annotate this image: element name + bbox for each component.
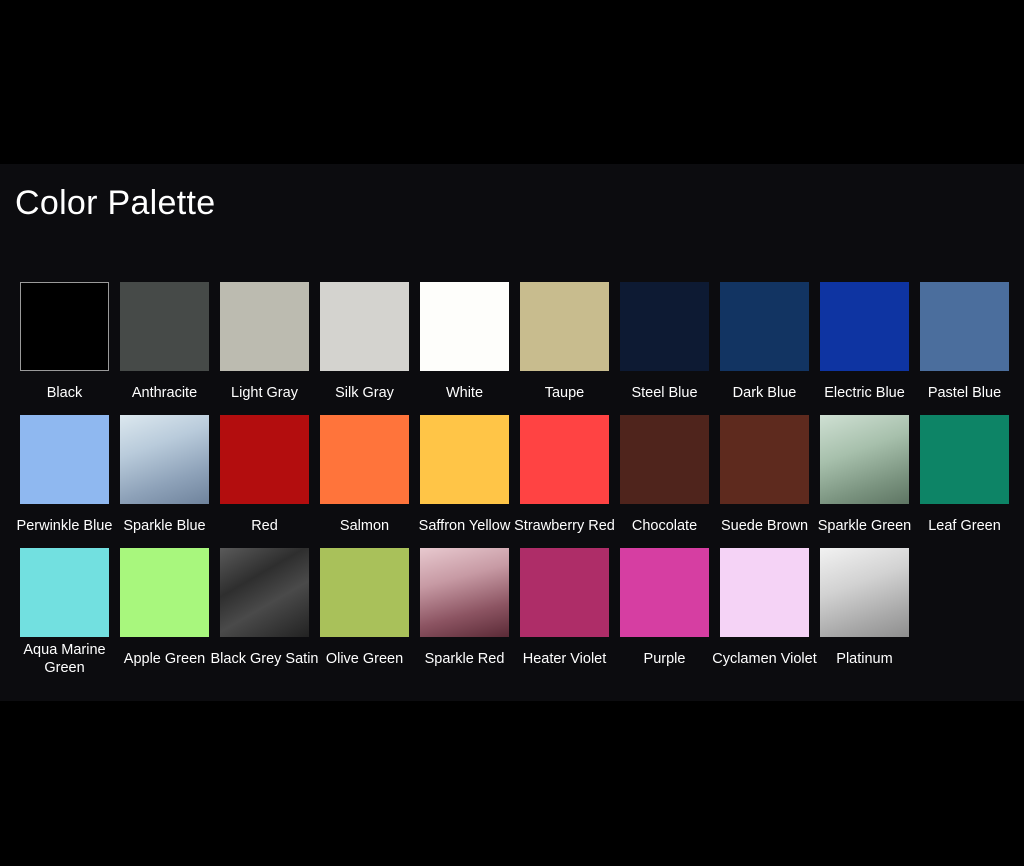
- swatch-item[interactable]: Aqua Marine Green: [20, 548, 109, 681]
- swatch-grid: Black Anthracite Light Gray Silk Gray White T…: [17, 282, 1009, 681]
- swatch-label: Sparkle Blue: [123, 518, 206, 534]
- swatch-label: Purple: [643, 651, 686, 667]
- swatch-item[interactable]: Sparkle Green: [818, 415, 911, 548]
- color-swatch[interactable]: [220, 548, 309, 637]
- color-swatch[interactable]: [820, 415, 909, 504]
- swatch-item[interactable]: Silk Gray: [320, 282, 409, 415]
- color-swatch[interactable]: [120, 548, 209, 637]
- swatch-item[interactable]: Chocolate: [620, 415, 709, 548]
- swatch-label: Saffron Yellow: [418, 518, 511, 534]
- swatch-label: Suede Brown: [720, 518, 809, 534]
- swatch-label: Perwinkle Blue: [16, 518, 113, 534]
- swatch-item[interactable]: White: [420, 282, 509, 415]
- swatch-label: Leaf Green: [928, 518, 1001, 534]
- swatch-label: Anthracite: [131, 385, 198, 401]
- swatch-label: Strawberry Red: [514, 518, 615, 534]
- screen: Color Palette Black Anthracite Light Gray S…: [0, 0, 1024, 866]
- swatch-item[interactable]: Apple Green: [120, 548, 209, 681]
- color-swatch[interactable]: [20, 282, 109, 371]
- swatch-item[interactable]: Heater Violet: [520, 548, 609, 681]
- color-swatch[interactable]: [420, 415, 509, 504]
- color-swatch[interactable]: [420, 282, 509, 371]
- color-swatch[interactable]: [220, 282, 309, 371]
- swatch-item[interactable]: Perwinkle Blue: [17, 415, 112, 548]
- color-swatch[interactable]: [320, 282, 409, 371]
- color-swatch[interactable]: [520, 282, 609, 371]
- swatch-item[interactable]: Salmon: [320, 415, 409, 548]
- swatch-label: Cyclamen Violet: [712, 651, 817, 667]
- swatch-item[interactable]: Black Grey Satin: [211, 548, 319, 681]
- color-swatch[interactable]: [920, 415, 1009, 504]
- color-swatch[interactable]: [420, 548, 509, 637]
- swatch-item[interactable]: Purple: [620, 548, 709, 681]
- swatch-item[interactable]: Pastel Blue: [920, 282, 1009, 415]
- swatch-label: Heater Violet: [522, 651, 607, 667]
- swatch-label: Platinum: [836, 651, 893, 667]
- swatch-item[interactable]: Electric Blue: [820, 282, 909, 415]
- swatch-label: Aqua Marine Green: [23, 642, 106, 676]
- color-swatch[interactable]: [820, 548, 909, 637]
- swatch-label: Silk Gray: [335, 385, 394, 401]
- swatch-label: Red: [251, 518, 278, 534]
- color-swatch[interactable]: [620, 282, 709, 371]
- page-title: Color Palette: [15, 184, 216, 222]
- color-swatch[interactable]: [720, 282, 809, 371]
- swatch-item[interactable]: Anthracite: [120, 282, 209, 415]
- swatch-label: Pastel Blue: [927, 385, 1002, 401]
- swatch-item[interactable]: Cyclamen Violet: [712, 548, 817, 681]
- swatch-item[interactable]: Leaf Green: [920, 415, 1009, 548]
- swatch-label: Light Gray: [231, 385, 298, 401]
- swatch-label: White: [445, 385, 484, 401]
- swatch-item[interactable]: Sparkle Blue: [120, 415, 209, 548]
- swatch-label: Olive Green: [325, 651, 404, 667]
- color-swatch[interactable]: [320, 415, 409, 504]
- color-swatch[interactable]: [520, 548, 609, 637]
- swatch-item[interactable]: Platinum: [820, 548, 909, 681]
- color-swatch[interactable]: [120, 415, 209, 504]
- swatch-label: Apple Green: [123, 651, 206, 667]
- swatch-item[interactable]: Sparkle Red: [420, 548, 509, 681]
- swatch-label: Sparkle Red: [424, 651, 505, 667]
- swatch-item[interactable]: Black: [20, 282, 109, 415]
- swatch-label: Salmon: [339, 518, 390, 534]
- color-swatch[interactable]: [720, 548, 809, 637]
- swatch-label: Black Grey Satin: [210, 651, 319, 667]
- color-swatch[interactable]: [620, 415, 709, 504]
- color-swatch[interactable]: [620, 548, 709, 637]
- swatch-item[interactable]: Dark Blue: [720, 282, 809, 415]
- swatch-item[interactable]: Saffron Yellow: [419, 415, 510, 548]
- color-swatch[interactable]: [520, 415, 609, 504]
- swatch-item[interactable]: Red: [220, 415, 309, 548]
- swatch-label: Sparkle Green: [817, 518, 912, 534]
- swatch-label: Dark Blue: [732, 385, 797, 401]
- swatch-item[interactable]: Taupe: [520, 282, 609, 415]
- swatch-label: Steel Blue: [631, 385, 698, 401]
- swatch-item[interactable]: Light Gray: [220, 282, 309, 415]
- swatch-label: Black: [46, 385, 83, 401]
- color-swatch[interactable]: [20, 415, 109, 504]
- swatch-item[interactable]: Strawberry Red: [514, 415, 615, 548]
- color-swatch[interactable]: [220, 415, 309, 504]
- color-swatch[interactable]: [720, 415, 809, 504]
- color-swatch[interactable]: [320, 548, 409, 637]
- swatch-label: Chocolate: [631, 518, 698, 534]
- color-swatch[interactable]: [920, 282, 1009, 371]
- swatch-item[interactable]: Steel Blue: [620, 282, 709, 415]
- swatch-label: Taupe: [544, 385, 585, 401]
- color-swatch[interactable]: [120, 282, 209, 371]
- swatch-item[interactable]: Olive Green: [320, 548, 409, 681]
- color-swatch[interactable]: [820, 282, 909, 371]
- swatch-label: Electric Blue: [824, 385, 905, 401]
- swatch-item[interactable]: Suede Brown: [720, 415, 809, 548]
- color-swatch[interactable]: [20, 548, 109, 637]
